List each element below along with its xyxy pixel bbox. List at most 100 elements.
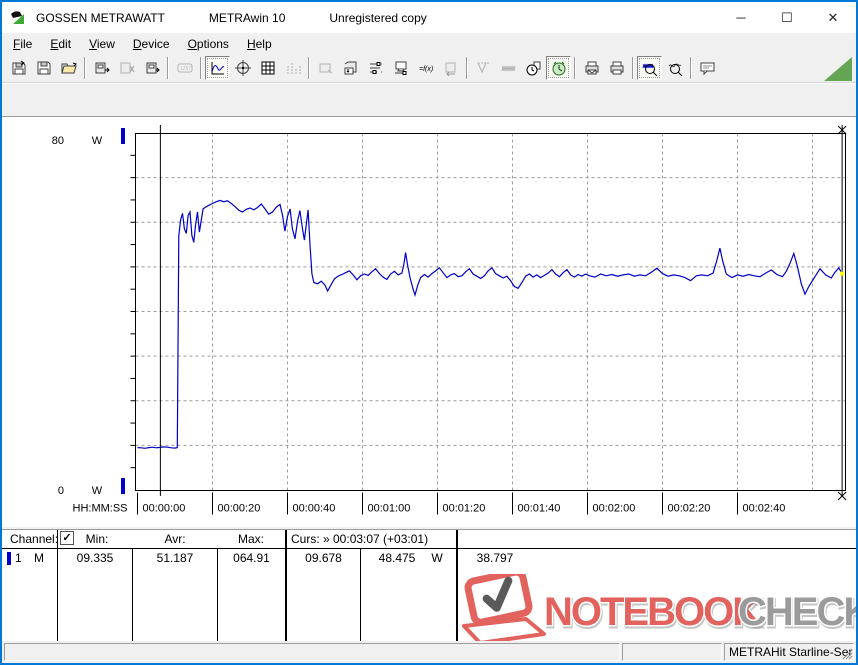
- toolbar-button-open-folder[interactable]: [56, 56, 81, 80]
- toolbar-button-device-transfer: [438, 56, 463, 80]
- toolbar-button-timer[interactable]: [546, 56, 571, 80]
- toolbar-button-device-send[interactable]: [139, 56, 164, 80]
- x-tick-label: 00:02:00: [593, 503, 636, 515]
- cell-cursor-right: 48.475: [378, 551, 416, 565]
- app-window: GOSSEN METRAWATT METRAwin 10 Unregistere…: [0, 0, 858, 665]
- toolbar-button-zoom-shape[interactable]: [662, 56, 687, 80]
- toolbar-separator: [632, 57, 634, 79]
- caption-buttons: ─ ☐ ✕: [718, 2, 856, 33]
- column-divider: [132, 549, 133, 641]
- toolbar-button-crosshair-view[interactable]: [230, 56, 255, 80]
- toolbar-button-save-as[interactable]: [31, 56, 56, 80]
- close-button[interactable]: ✕: [810, 2, 856, 33]
- x-tick-label: 00:02:40: [743, 503, 786, 515]
- toolbar-button-print[interactable]: [604, 56, 629, 80]
- monitor-settings-icon: [394, 61, 406, 75]
- device-send-icon: [146, 62, 160, 74]
- formula-fx-icon: =f(x): [419, 66, 433, 73]
- menu-view[interactable]: View: [80, 34, 124, 54]
- crosshair-view-icon: [234, 60, 251, 76]
- x-tick-label: 00:00:20: [218, 503, 261, 515]
- toolbar-separator: [167, 57, 169, 79]
- statusbar-segment: [4, 643, 620, 661]
- toolbar-button-monitor-settings[interactable]: [388, 56, 413, 80]
- toolbar-button-device-read[interactable]: [89, 56, 114, 80]
- save-as-icon: [37, 61, 50, 75]
- save-file-icon: [12, 60, 25, 75]
- toolbar-button-snapshot: [313, 56, 338, 80]
- toolbar-button-device-save[interactable]: [338, 56, 363, 80]
- chart-panel: 00:00:00 00:00:20 00:00:40 00:01:00 00:01:20…: [2, 116, 858, 528]
- device-save-icon: [344, 61, 356, 75]
- x-tick-label: 00:01:40: [518, 503, 561, 515]
- toolbar-button-zoom-time[interactable]: [637, 56, 662, 80]
- record-waves-icon: [501, 65, 515, 72]
- y-unit-label: W: [92, 135, 103, 147]
- menu-device[interactable]: Device: [124, 34, 179, 54]
- svg-text:1257: 1257: [180, 66, 191, 72]
- header-avr: Avr:: [164, 532, 186, 546]
- snapshot-icon: [319, 63, 332, 74]
- toolbar-button-formula-fx[interactable]: =f(x): [413, 56, 438, 80]
- x-tick-label: 00:00:00: [143, 503, 186, 515]
- table-view-icon: [261, 61, 274, 75]
- trigger-curve-icon: [477, 62, 490, 74]
- zoom-time-icon: [642, 63, 657, 76]
- toolbar-button-table-view[interactable]: [255, 56, 280, 80]
- y-min-label: 0: [58, 485, 64, 497]
- cell-delta: 38.797: [476, 551, 514, 565]
- toolbar-button-device-clear: [114, 56, 139, 80]
- svg-text:=f(x): =f(x): [419, 66, 433, 73]
- column-divider: [217, 549, 218, 641]
- annotation-icon: [700, 62, 714, 76]
- table-row[interactable]: 1 M 09.335 51.187 064.91 09.678 48.475 W…: [2, 549, 856, 567]
- toolbar-separator: [690, 57, 692, 79]
- toolbar-button-annotation[interactable]: [695, 56, 720, 80]
- toolbar-button-display-values: 1257: [172, 56, 197, 80]
- statusbar-device: METRAHit Starline-Seri: [724, 643, 854, 661]
- status-panel: Trig: OFF Chan: 123456789 Status: Browsi…: [2, 83, 856, 175]
- toolbar-button-print-mail[interactable]: [579, 56, 604, 80]
- minimize-button[interactable]: ─: [718, 2, 764, 33]
- resize-grip[interactable]: [840, 647, 853, 660]
- menu-options[interactable]: Options: [179, 34, 238, 54]
- cell-cursor-left: 09.678: [305, 551, 342, 565]
- device-transfer-icon: [445, 62, 455, 76]
- column-divider: [57, 530, 58, 641]
- x-tick-label: 00:01:20: [443, 503, 486, 515]
- toolbar-separator: [200, 57, 202, 79]
- toolbar-button-record-waves: [496, 56, 521, 80]
- toolbar-button-curve-view[interactable]: [205, 56, 230, 80]
- chart-canvas[interactable]: 00:00:00 00:00:20 00:00:40 00:01:00 00:01:20…: [2, 117, 858, 528]
- toolbar-button-time-record[interactable]: [521, 56, 546, 80]
- header-channel: Channel:: [10, 532, 59, 546]
- toolbar-button-save-file[interactable]: [6, 56, 31, 80]
- channel-color-marker: [7, 552, 11, 565]
- app-logo-icon: [11, 10, 24, 24]
- channel-settings-icon: [369, 62, 383, 74]
- cell-avr: 51.187: [156, 551, 194, 565]
- maximize-button[interactable]: ☐: [764, 2, 810, 33]
- menu-edit[interactable]: Edit: [41, 34, 80, 54]
- channel-marker-bottom: [121, 478, 125, 494]
- curve-view-icon: [211, 62, 224, 75]
- column-divider: [360, 549, 361, 641]
- cell-min: 09.335: [76, 551, 114, 565]
- header-max: Max:: [237, 532, 264, 546]
- toolbar-separator: [308, 57, 310, 79]
- product-title: METRAwin 10: [208, 10, 286, 25]
- open-folder-icon: [60, 62, 77, 74]
- x-axis-label: HH:MM:SS: [73, 503, 128, 515]
- toolbar-separator: [466, 57, 468, 79]
- toolbar-button-bar-graph: [280, 56, 305, 80]
- menu-file[interactable]: File: [4, 34, 41, 54]
- toolbar-separator: [84, 57, 86, 79]
- print-mail-icon: [585, 61, 598, 75]
- menu-help[interactable]: Help: [238, 34, 281, 54]
- power-curve: [137, 199, 843, 449]
- app-title: GOSSEN METRAWATT: [36, 10, 165, 25]
- toolbar-button-channel-settings[interactable]: [363, 56, 388, 80]
- table-header-row: Channel: ✓ Min: Avr: Max: Curs: » 00:03:…: [2, 530, 856, 548]
- timer-icon: [552, 61, 565, 76]
- cursor-value-marker: [840, 271, 845, 276]
